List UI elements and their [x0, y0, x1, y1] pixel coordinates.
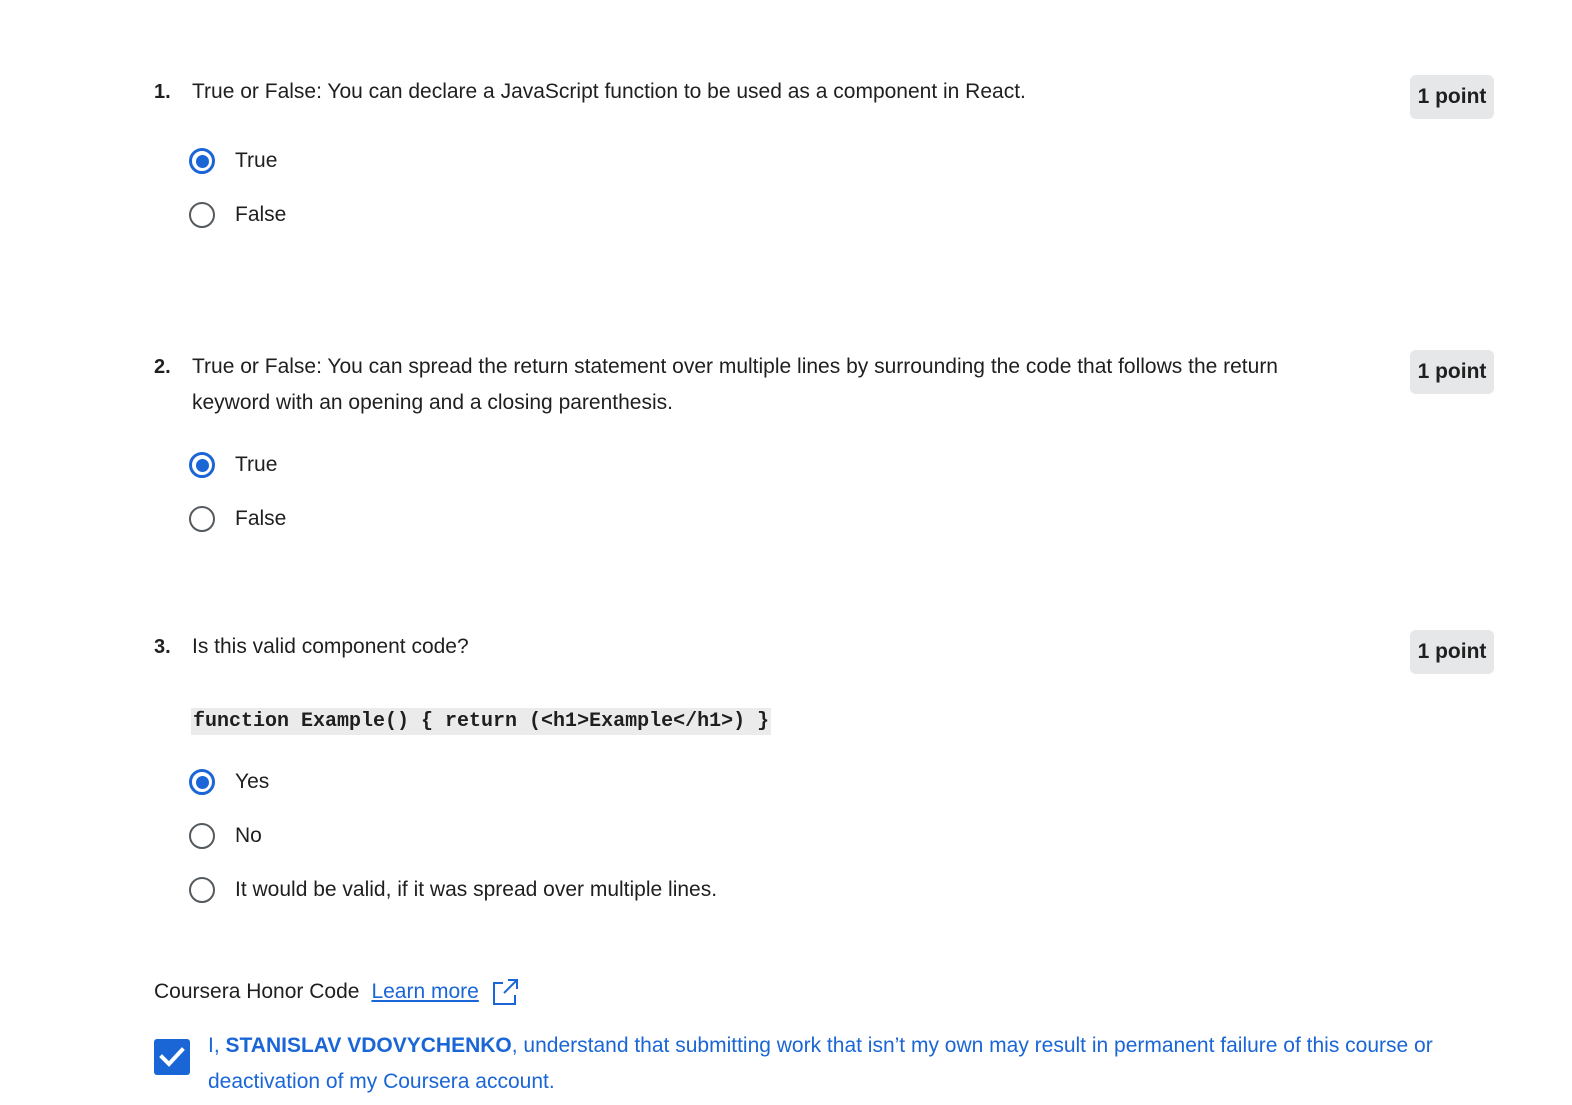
honor-code-checkbox[interactable] — [154, 1039, 190, 1075]
question-text: True or False: You can spread the return… — [192, 355, 1278, 414]
radio-unselected-icon[interactable] — [189, 877, 215, 903]
question-text: True or False: You can declare a JavaScr… — [192, 80, 1026, 103]
option-label: No — [235, 824, 262, 847]
agreement-prefix: I, — [208, 1034, 226, 1057]
option-label: It would be valid, if it was spread over… — [235, 878, 718, 901]
honor-code-title: Coursera Honor Code — [154, 980, 360, 1003]
points-badge: 1 point — [1410, 75, 1494, 119]
checkmark-icon — [159, 1047, 185, 1067]
question-text: Is this valid component code? — [192, 635, 469, 658]
option-label: False — [235, 507, 287, 530]
external-link-icon[interactable] — [491, 978, 519, 1006]
option-yes[interactable]: Yes — [189, 766, 269, 798]
option-no[interactable]: No — [189, 820, 262, 852]
radio-selected-icon[interactable] — [189, 148, 215, 174]
learner-name: STANISLAV VDOVYCHENKO — [225, 1034, 512, 1057]
question-number: 3. — [154, 636, 171, 658]
option-true[interactable]: True — [189, 449, 277, 481]
option-label: True — [235, 453, 278, 476]
code-snippet: function Example() { return (<h1>Example… — [191, 708, 772, 735]
question-number: 2. — [154, 356, 171, 378]
radio-unselected-icon[interactable] — [189, 202, 215, 228]
option-label: True — [235, 149, 278, 172]
radio-selected-icon[interactable] — [189, 769, 215, 795]
option-false[interactable]: False — [189, 199, 286, 231]
option-false[interactable]: False — [189, 503, 286, 535]
option-true[interactable]: True — [189, 145, 277, 177]
radio-unselected-icon[interactable] — [189, 823, 215, 849]
option-multiline[interactable]: It would be valid, if it was spread over… — [189, 874, 717, 906]
learn-more-link[interactable]: Learn more — [371, 980, 478, 1004]
question-number: 1. — [154, 81, 171, 103]
honor-code-header: Coursera Honor Code Learn more — [154, 974, 519, 1010]
radio-selected-icon[interactable] — [189, 452, 215, 478]
points-badge: 1 point — [1410, 350, 1494, 394]
option-label: False — [235, 203, 287, 226]
points-badge: 1 point — [1410, 630, 1494, 674]
radio-unselected-icon[interactable] — [189, 506, 215, 532]
option-label: Yes — [235, 770, 270, 793]
honor-code-agreement: I, STANISLAV VDOVYCHENKO, understand tha… — [208, 1028, 1498, 1100]
